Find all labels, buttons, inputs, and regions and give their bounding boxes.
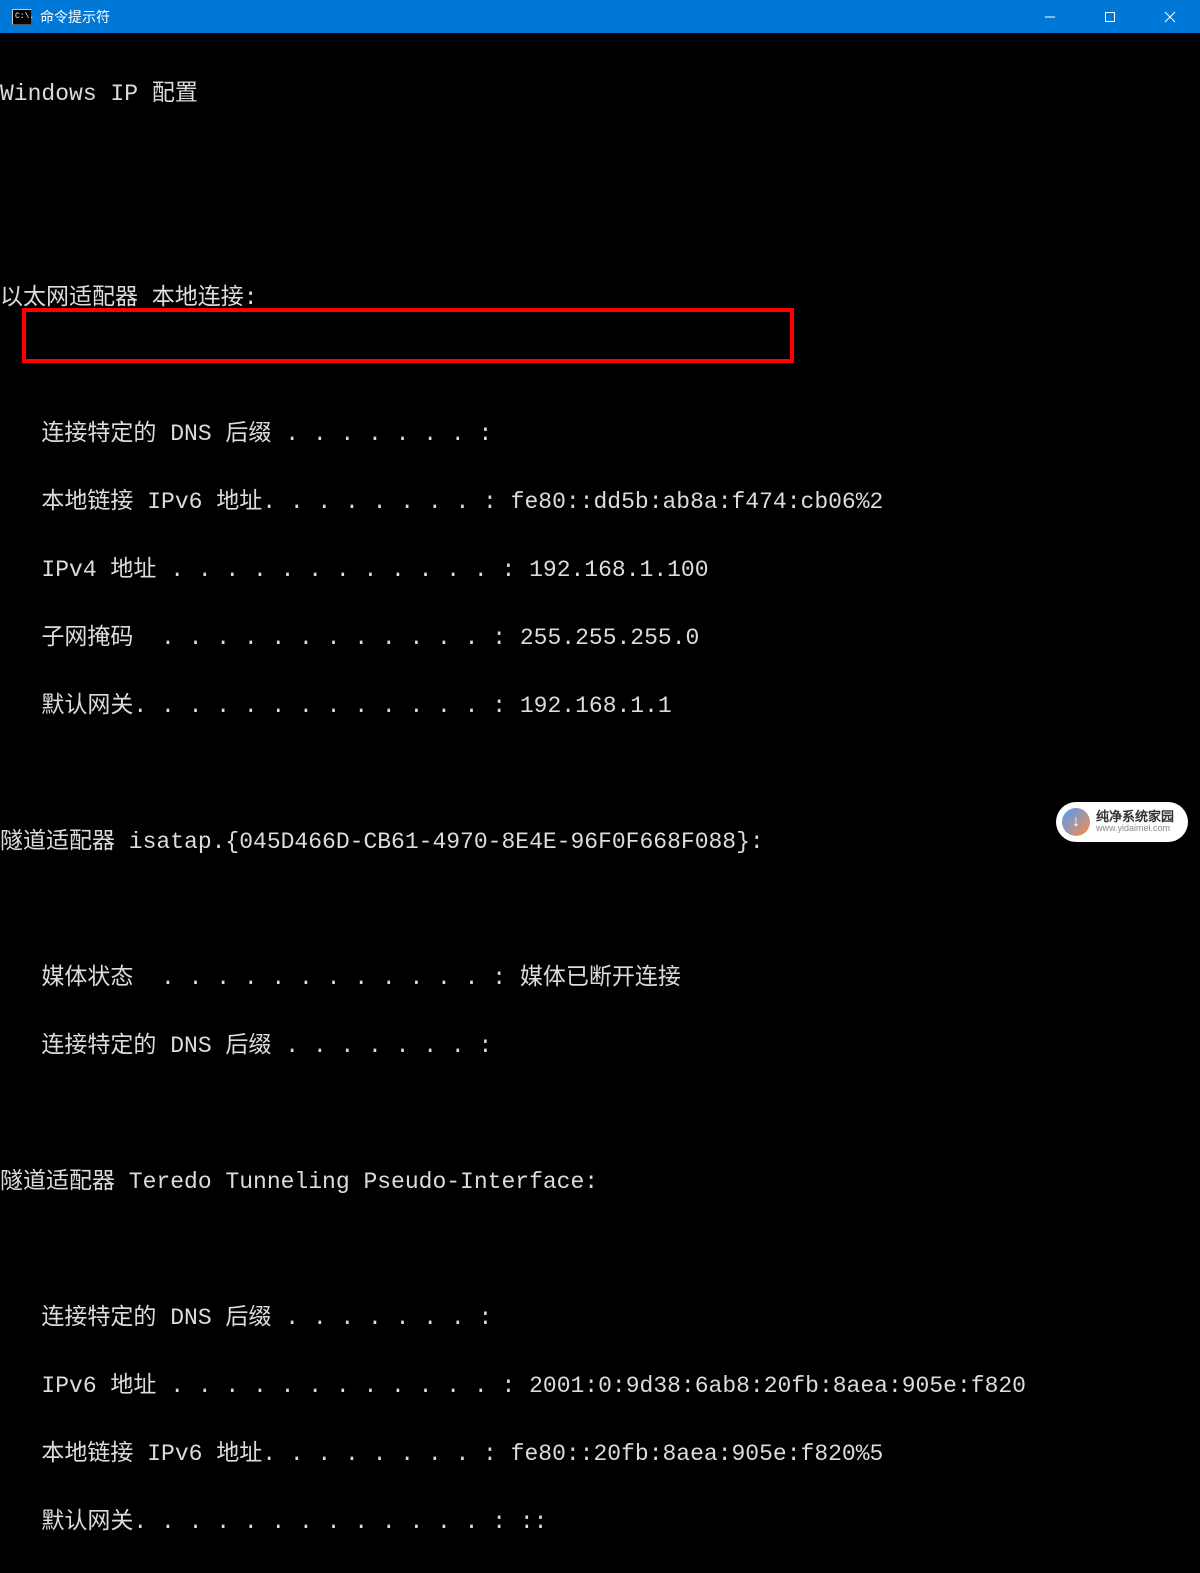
window-controls <box>1020 0 1200 33</box>
subnet-value: 255.255.255.0 <box>520 625 699 651</box>
blank-line <box>0 893 1200 927</box>
media-value: 媒体已断开连接 <box>520 965 681 991</box>
watermark-logo-icon <box>1062 808 1090 836</box>
blank-line <box>0 145 1200 179</box>
blank-line <box>0 349 1200 383</box>
close-button[interactable] <box>1140 0 1200 33</box>
blank-line <box>0 1233 1200 1267</box>
ipv4-value: 192.168.1.100 <box>529 557 708 583</box>
ipv6-local-line: 本地链接 IPv6 地址. . . . . . . . : fe80::20fb… <box>0 1437 1200 1471</box>
ipv4-line: IPv4 地址 . . . . . . . . . . . . : 192.16… <box>0 553 1200 587</box>
window-title: 命令提示符 <box>40 7 110 27</box>
ipv6-local-value: fe80::20fb:8aea:905e:f820%5 <box>511 1441 884 1467</box>
gateway-line: 默认网关. . . . . . . . . . . . . : 192.168.… <box>0 689 1200 723</box>
ipv6-value: fe80::dd5b:ab8a:f474:cb06%2 <box>511 489 884 515</box>
ipv6-value: 2001:0:9d38:6ab8:20fb:8aea:905e:f820 <box>529 1373 1026 1399</box>
blank-line <box>0 1097 1200 1131</box>
minimize-button[interactable] <box>1020 0 1080 33</box>
cmd-icon: C:\. <box>12 9 32 25</box>
ipv6-line: IPv6 地址 . . . . . . . . . . . . : 2001:0… <box>0 1369 1200 1403</box>
subnet-line: 子网掩码 . . . . . . . . . . . . : 255.255.2… <box>0 621 1200 655</box>
dns-suffix-line: 连接特定的 DNS 后缀 . . . . . . . : <box>0 1301 1200 1335</box>
maximize-button[interactable] <box>1080 0 1140 33</box>
dns-suffix-line: 连接特定的 DNS 后缀 . . . . . . . : <box>0 417 1200 451</box>
terminal-output[interactable]: Windows IP 配置 以太网适配器 本地连接: 连接特定的 DNS 后缀 … <box>0 33 1200 1573</box>
adapter-ethernet-title: 以太网适配器 本地连接: <box>0 281 1200 315</box>
gateway-line: 默认网关. . . . . . . . . . . . . : :: <box>0 1505 1200 1539</box>
gateway-value: 192.168.1.1 <box>520 693 672 719</box>
ipv6-line: 本地链接 IPv6 地址. . . . . . . . : fe80::dd5b… <box>0 485 1200 519</box>
blank-line <box>0 757 1200 791</box>
media-state-line: 媒体状态 . . . . . . . . . . . . : 媒体已断开连接 <box>0 961 1200 995</box>
ipconfig-header: Windows IP 配置 <box>0 77 1200 111</box>
watermark-url: www.yidaimei.com <box>1096 824 1174 834</box>
watermark: 纯净系统家园 www.yidaimei.com <box>1056 802 1188 842</box>
window-titlebar: C:\. 命令提示符 <box>0 0 1200 33</box>
adapter-teredo-title: 隧道适配器 Teredo Tunneling Pseudo-Interface: <box>0 1165 1200 1199</box>
dns-suffix-line: 连接特定的 DNS 后缀 . . . . . . . : <box>0 1029 1200 1063</box>
watermark-name: 纯净系统家园 <box>1096 810 1174 824</box>
blank-line <box>0 213 1200 247</box>
